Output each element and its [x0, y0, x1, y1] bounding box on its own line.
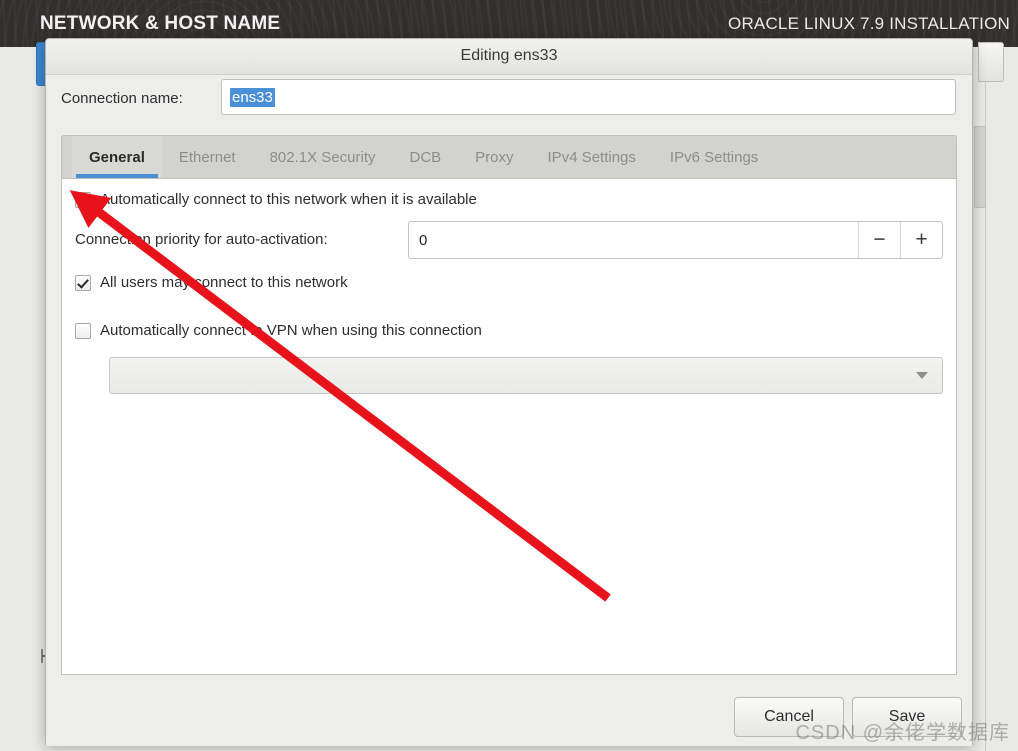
- tab-proxy[interactable]: Proxy: [458, 136, 530, 178]
- all-users-row[interactable]: All users may connect to this network: [75, 274, 348, 291]
- tab-page-general: Automatically connect to this network wh…: [61, 178, 957, 675]
- page-title: NETWORK & HOST NAME: [40, 13, 281, 34]
- all-users-checkbox[interactable]: [75, 274, 91, 291]
- tab-general-label: General: [89, 148, 145, 166]
- connection-priority-row: Connection priority for auto-activation:…: [75, 221, 943, 259]
- auto-vpn-row[interactable]: Automatically connect to VPN when using …: [75, 322, 482, 339]
- tab-ipv6-settings-label: IPv6 Settings: [669, 148, 759, 166]
- auto-connect-row[interactable]: Automatically connect to this network wh…: [75, 191, 477, 208]
- settings-notebook: General Ethernet 802.1X Security DCB Pro…: [61, 135, 957, 675]
- connection-name-row: Connection name: ens33: [46, 79, 972, 123]
- chevron-down-icon: [916, 372, 928, 379]
- screenshot-root: NETWORK & HOST NAME ORACLE LINUX 7.9 INS…: [0, 0, 1018, 751]
- connection-priority-value[interactable]: 0: [409, 222, 858, 258]
- connection-name-input[interactable]: ens33: [221, 79, 956, 115]
- auto-connect-checkbox[interactable]: [75, 191, 91, 208]
- auto-connect-label: Automatically connect to this network wh…: [100, 191, 477, 208]
- background-right-widget: [974, 126, 986, 208]
- connection-priority-label: Connection priority for auto-activation:: [75, 231, 328, 248]
- vpn-connection-combobox[interactable]: [109, 357, 943, 394]
- dialog-title: Editing ens33: [460, 47, 558, 64]
- tab-ethernet-label: Ethernet: [178, 148, 236, 166]
- dialog-titlebar: Editing ens33: [46, 39, 972, 75]
- auto-vpn-checkbox[interactable]: [75, 322, 91, 339]
- tab-general[interactable]: General: [72, 136, 162, 178]
- edit-connection-dialog: Editing ens33 Connection name: ens33 Gen…: [45, 38, 973, 746]
- tab-ethernet[interactable]: Ethernet: [162, 136, 253, 178]
- installation-product-title: ORACLE LINUX 7.9 INSTALLATION: [728, 14, 1010, 33]
- tab-8021x-security[interactable]: 802.1X Security: [253, 136, 393, 178]
- plus-icon[interactable]: +: [900, 222, 942, 258]
- connection-name-value: ens33: [230, 88, 275, 107]
- minus-icon[interactable]: −: [858, 222, 900, 258]
- all-users-label: All users may connect to this network: [100, 274, 348, 291]
- background-secondary-button[interactable]: [978, 42, 1004, 82]
- tab-dcb[interactable]: DCB: [393, 136, 459, 178]
- tab-strip: General Ethernet 802.1X Security DCB Pro…: [61, 135, 957, 178]
- tab-dcb-label: DCB: [409, 148, 442, 166]
- auto-vpn-label: Automatically connect to VPN when using …: [100, 322, 482, 339]
- tab-ipv4-settings[interactable]: IPv4 Settings: [531, 136, 653, 178]
- watermark: CSDN @余佬学数据库: [795, 722, 1010, 744]
- connection-priority-spinner[interactable]: 0 − +: [408, 221, 943, 259]
- tab-8021x-security-label: 802.1X Security: [269, 148, 376, 166]
- tab-ipv6-settings[interactable]: IPv6 Settings: [653, 136, 775, 178]
- connection-name-label: Connection name:: [61, 90, 183, 107]
- tab-proxy-label: Proxy: [475, 148, 514, 166]
- tab-ipv4-settings-label: IPv4 Settings: [547, 148, 636, 166]
- background-right-panel: [985, 47, 1018, 751]
